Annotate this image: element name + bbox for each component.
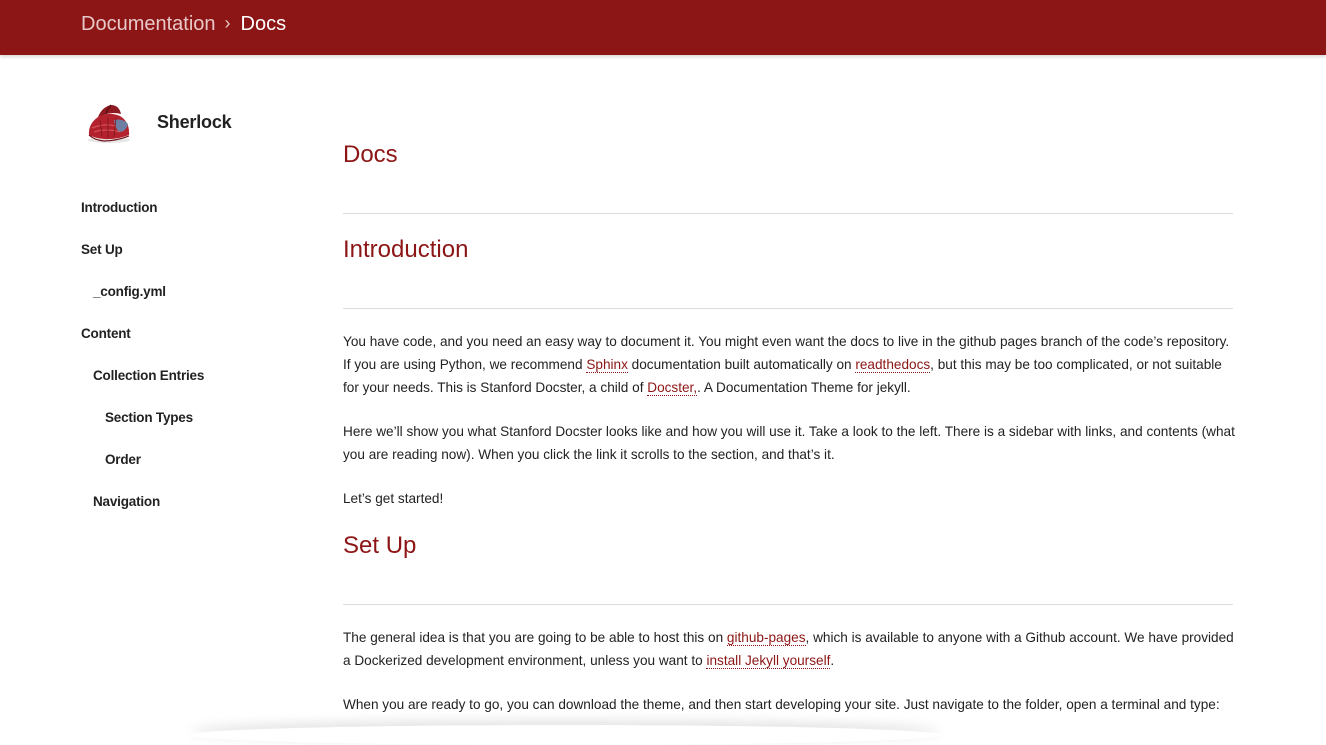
sidebar-item-config-yml[interactable]: _config.yml [93, 284, 166, 299]
sidebar-item-content[interactable]: Content [81, 326, 131, 341]
setup-paragraph-2: When you are ready to go, you can downlo… [343, 697, 1220, 712]
divider [343, 308, 1233, 309]
intro-paragraph: You have code, and you need an easy way … [343, 334, 1230, 396]
github-pages-link[interactable]: github-pages [726, 630, 806, 646]
sidebar-item-collection-entries[interactable]: Collection Entries [93, 368, 204, 383]
breadcrumb: Documentation › Docs [81, 12, 286, 36]
chevron-right-icon: › [224, 13, 231, 33]
sidebar-item-navigation[interactable]: Navigation [93, 494, 160, 509]
divider [343, 213, 1233, 214]
deerstalker-hat-icon [88, 104, 130, 143]
breadcrumb-current: Docs [240, 13, 287, 35]
brand-name[interactable]: Sherlock [157, 112, 232, 133]
intro-paragraph-3: Let’s get started! [343, 491, 444, 506]
main-content: Docs Introduction You have code, and you… [343, 55, 1235, 736]
docster-link[interactable]: Docster, [647, 380, 698, 396]
sidebar-item-set-up[interactable]: Set Up [81, 242, 123, 257]
setup-paragraph: The general idea is that you are going t… [343, 630, 1234, 669]
page-title: Docs [343, 141, 398, 168]
section-heading-introduction: Introduction [343, 236, 469, 263]
top-header-bar: Documentation › Docs [0, 0, 1326, 55]
sidebar-item-section-types[interactable]: Section Types [105, 410, 193, 425]
code-block-shadow [190, 725, 940, 745]
breadcrumb-documentation-link[interactable]: Documentation [81, 13, 216, 35]
sidebar-item-introduction[interactable]: Introduction [81, 200, 158, 215]
sidebar-item-order[interactable]: Order [105, 452, 141, 467]
divider [343, 604, 1233, 605]
intro-paragraph-2: Here we’ll show you what Stanford Docste… [343, 424, 1235, 462]
sidebar: Sherlock Introduction Set Up _config.yml… [0, 55, 300, 736]
section-heading-set-up: Set Up [343, 532, 417, 559]
install-jekyll-link[interactable]: install Jekyll yourself [706, 653, 831, 669]
readthedocs-link[interactable]: readthedocs [855, 357, 931, 373]
sphinx-link[interactable]: Sphinx [586, 357, 628, 373]
